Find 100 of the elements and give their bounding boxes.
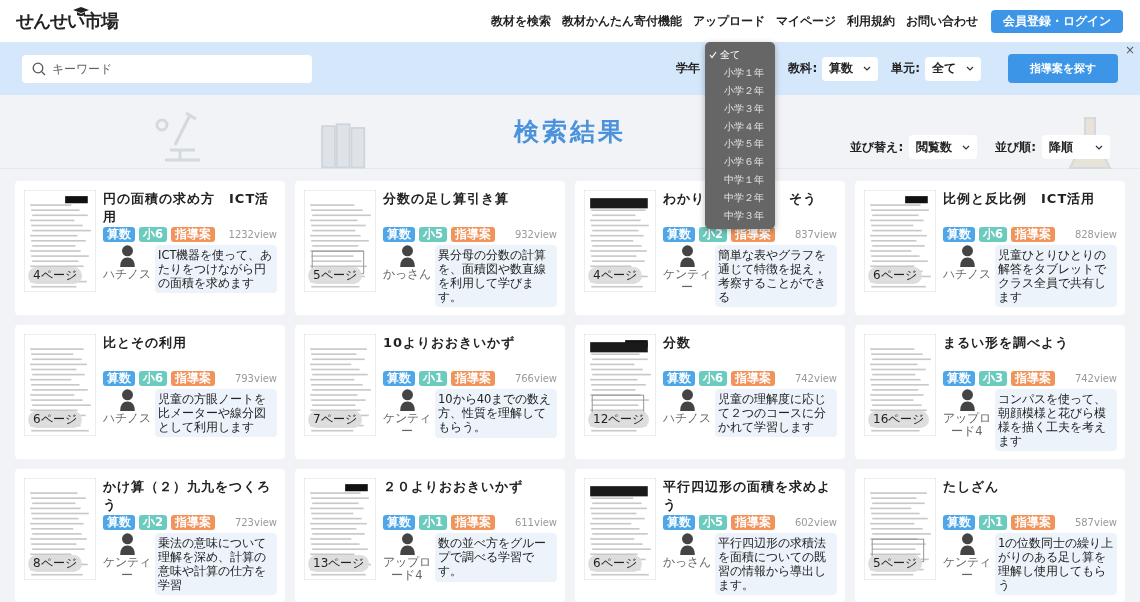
close-button[interactable]: × — [1124, 43, 1135, 57]
author-name: アップロード4 — [383, 556, 431, 582]
card-title[interactable]: たしざん — [943, 478, 1117, 515]
view-count: 837view — [794, 229, 837, 240]
description-bubble: 平行四辺形の求積法を面積についての既習の情報から導出します。 — [715, 533, 837, 595]
page-count-badge: 6ページ — [588, 555, 642, 572]
tag: 指導案 — [1011, 515, 1055, 530]
tag: 算数 — [103, 227, 135, 242]
view-count: 723view — [234, 517, 277, 528]
view-count: 611view — [514, 517, 557, 528]
tag: 指導案 — [731, 371, 775, 386]
description-bubble: 児童の理解度に応じて２つのコースに分かれて学習します — [715, 389, 837, 437]
user-avatar-icon — [958, 245, 976, 267]
sort-label: 並び替え: — [850, 138, 904, 156]
card-title[interactable]: 円の面積の求め方 ICT活用 — [103, 190, 277, 227]
user-avatar-icon — [398, 245, 416, 267]
view-count: 932view — [514, 229, 557, 240]
description-bubble: 1の位数同士の繰り上がりのある足し算を理解し使用してもらう — [995, 533, 1117, 595]
dropdown-option[interactable]: 中学３年 — [705, 207, 776, 225]
card-title[interactable]: ２０よりおおきいかず — [383, 478, 557, 515]
tag: 指導案 — [451, 515, 495, 530]
tag: 小5 — [699, 515, 727, 530]
author-name: かっさん — [663, 556, 711, 569]
nav-link[interactable]: マイページ — [776, 13, 836, 29]
dropdown-option[interactable]: 小学４年 — [705, 117, 776, 136]
nav-link[interactable]: 利用規約 — [847, 13, 895, 29]
view-count: 742view — [794, 373, 837, 384]
description-bubble: 乗法の意味について理解を深め、計算の意味や計算の仕方を学習 — [155, 533, 277, 595]
tag: 小3 — [979, 371, 1007, 386]
tag: 指導案 — [451, 227, 495, 242]
page-count-badge: 6ページ — [28, 411, 82, 428]
unit-label: 単元: — [891, 60, 920, 77]
search-icon — [32, 61, 46, 76]
search-field[interactable]: キーワード — [22, 54, 312, 83]
tag: 算数 — [383, 227, 415, 242]
user-avatar-icon — [958, 389, 976, 411]
nav-link[interactable]: 教材を検索 — [491, 13, 551, 29]
page-count-badge: 7ページ — [308, 411, 362, 428]
tag: 算数 — [943, 227, 975, 242]
author-name: ケンティー — [663, 268, 711, 294]
page-count-badge: 5ページ — [308, 267, 362, 284]
site-logo[interactable]: せんせい市場 — [16, 10, 118, 31]
tag: 指導案 — [1011, 371, 1055, 386]
page-count-badge: 5ページ — [868, 555, 922, 572]
tag: 小6 — [139, 371, 167, 386]
subject-select[interactable]: 算数 — [822, 56, 879, 81]
dropdown-option[interactable]: 小学５年 — [705, 135, 776, 154]
dropdown-option[interactable]: 小学２年 — [705, 81, 776, 100]
tag: 小6 — [979, 227, 1007, 242]
card-title[interactable]: 比例と反比例 ICT活用 — [943, 190, 1117, 227]
dropdown-option[interactable]: 小学１年 — [705, 63, 776, 82]
tag: 小1 — [419, 371, 447, 386]
card-title[interactable]: かけ算（２）九九をつくろう — [103, 478, 277, 515]
view-count: 828view — [1074, 229, 1117, 240]
card-title[interactable]: 比とその利用 — [103, 334, 277, 371]
author-name: ハチノス — [943, 268, 991, 281]
tag: 指導案 — [1011, 227, 1055, 242]
card-title[interactable]: 分数 — [663, 334, 837, 371]
card-title[interactable]: 10よりおおきいかず — [383, 334, 557, 371]
tag: 算数 — [663, 227, 695, 242]
author-name: ケンティー — [103, 556, 151, 582]
description-bubble: 簡単な表やグラフを通じて特徴を捉え，考察することができる — [715, 245, 837, 307]
tag: 算数 — [943, 515, 975, 530]
nav-link[interactable]: お問い合わせ — [906, 13, 978, 29]
page-count-badge: 4ページ — [28, 267, 82, 284]
author-name: ハチノス — [103, 412, 151, 425]
card-title[interactable]: わかり — [663, 190, 705, 227]
dropdown-option[interactable]: 中学２年 — [705, 189, 776, 207]
card-title[interactable]: 分数の足し算引き算 — [383, 190, 557, 227]
order-select[interactable]: 降順 — [1042, 135, 1110, 159]
description-bubble: 児童ひとりひとりの解答をタブレットでクラス全員で共有します — [995, 245, 1117, 307]
checkmark-icon — [709, 50, 718, 59]
tag: 指導案 — [171, 371, 215, 386]
grade-label: 学年 — [676, 60, 701, 77]
sort-select[interactable]: 閲覧数 — [909, 135, 978, 159]
card-title[interactable]: まるい形を調べよう — [943, 334, 1117, 371]
tag: 小6 — [699, 371, 727, 386]
card-title[interactable]: 平行四辺形の面積を求めよう — [663, 478, 837, 515]
dropdown-option[interactable]: 全て — [705, 46, 776, 64]
tag: 小1 — [979, 515, 1007, 530]
card-title[interactable]: そう — [789, 190, 817, 227]
author-name: ハチノス — [663, 412, 711, 425]
user-avatar-icon — [118, 245, 136, 267]
results-heading: 検索結果 — [514, 116, 626, 148]
tag: 小1 — [419, 515, 447, 530]
user-avatar-icon — [118, 389, 136, 411]
view-count: 742view — [1074, 373, 1117, 384]
dropdown-option[interactable]: 小学６年 — [705, 153, 776, 172]
tag: 小6 — [139, 227, 167, 242]
description-bubble: 児童の方眼ノートを比メーターや線分図として利用します — [155, 389, 277, 437]
chevron-icon — [863, 66, 872, 71]
nav-link[interactable]: アップロード — [693, 13, 765, 29]
page-count-badge: 12ページ — [588, 411, 650, 428]
dropdown-option[interactable]: 小学３年 — [705, 99, 776, 118]
unit-select[interactable]: 全て — [925, 56, 981, 81]
tag: 算数 — [103, 515, 135, 530]
nav-link[interactable]: 教材かんたん寄付機能 — [562, 13, 682, 29]
view-count: 1232view — [228, 229, 277, 240]
tag: 算数 — [663, 515, 695, 530]
tag: 指導案 — [171, 227, 215, 242]
